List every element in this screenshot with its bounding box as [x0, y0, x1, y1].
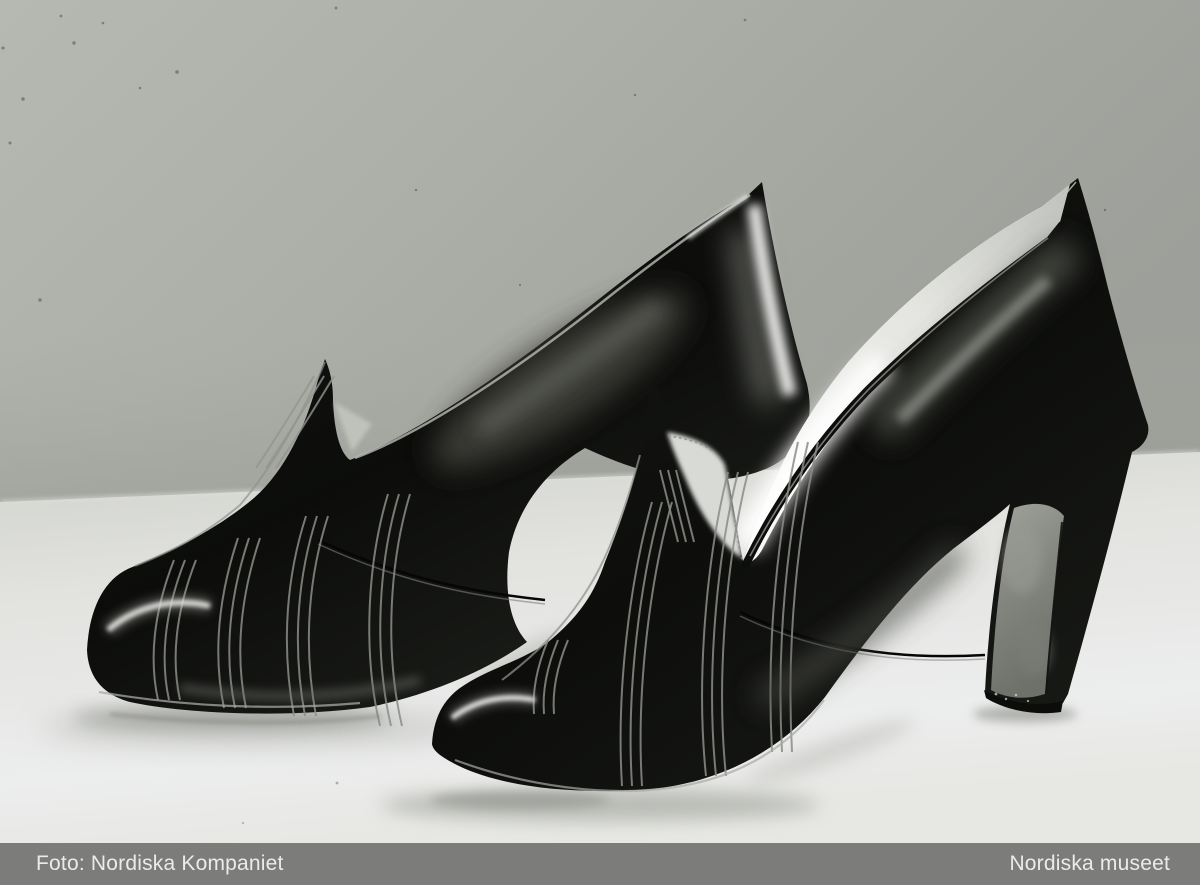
photo-canvas	[0, 0, 1200, 843]
caption-museum: Nordiska museet	[1009, 843, 1170, 885]
caption-bar: Foto: Nordiska Kompaniet Nordiska museet	[0, 843, 1200, 885]
caption-photographer: Foto: Nordiska Kompaniet	[36, 843, 284, 885]
photograph	[0, 0, 1200, 843]
archive-photo-page: Foto: Nordiska Kompaniet Nordiska museet	[0, 0, 1200, 885]
